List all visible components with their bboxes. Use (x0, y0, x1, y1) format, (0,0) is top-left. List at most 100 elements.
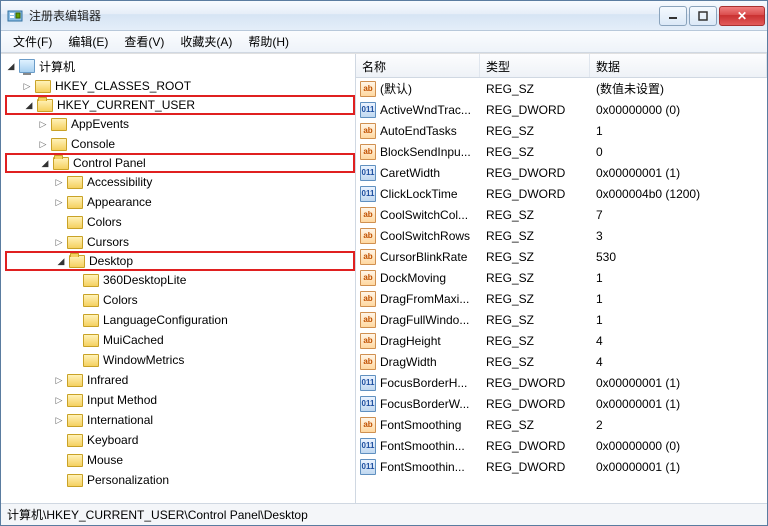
node-label: HKEY_CURRENT_USER (57, 98, 195, 112)
tree-node-appearance[interactable]: ▷ Appearance (5, 192, 355, 212)
folder-icon (83, 334, 99, 347)
value-row[interactable]: abAutoEndTasksREG_SZ1 (356, 120, 767, 141)
tree-node-keyboard[interactable]: Keyboard (5, 430, 355, 450)
string-value-icon: ab (360, 123, 376, 139)
value-row[interactable]: 011ActiveWndTrac...REG_DWORD0x00000000 (… (356, 99, 767, 120)
tree-node-controlpanel[interactable]: ◢ Control Panel (5, 153, 355, 173)
value-row[interactable]: 011ClickLockTimeREG_DWORD0x000004b0 (120… (356, 183, 767, 204)
tree-node-desktoplite[interactable]: 360DesktopLite (5, 270, 355, 290)
values-pane[interactable]: 名称 类型 数据 ab(默认)REG_SZ(数值未设置)011ActiveWnd… (356, 54, 767, 503)
expand-icon[interactable]: ▷ (37, 138, 49, 150)
value-data: 1 (590, 313, 767, 327)
tree-node-appevents[interactable]: ▷ AppEvents (5, 114, 355, 134)
expand-icon[interactable]: ▷ (53, 414, 65, 426)
minimize-button[interactable] (659, 6, 687, 26)
value-row[interactable]: abBlockSendInpu...REG_SZ0 (356, 141, 767, 162)
collapse-icon[interactable]: ◢ (5, 60, 17, 72)
node-label: Colors (103, 293, 138, 307)
menu-help[interactable]: 帮助(H) (240, 31, 297, 52)
expand-icon[interactable]: ▷ (53, 176, 65, 188)
tree-node-langconfig[interactable]: LanguageConfiguration (5, 310, 355, 330)
value-row[interactable]: abDragWidthREG_SZ4 (356, 351, 767, 372)
expand-icon[interactable]: ▷ (21, 80, 33, 92)
tree-node-hkcu[interactable]: ◢ HKEY_CURRENT_USER (5, 95, 355, 115)
collapse-icon[interactable]: ◢ (39, 157, 51, 169)
tree-node-desktop[interactable]: ◢ Desktop (5, 251, 355, 271)
tree-node-inputmethod[interactable]: ▷ Input Method (5, 390, 355, 410)
value-type: REG_DWORD (480, 187, 590, 201)
tree-pane[interactable]: ◢ 计算机 ▷ HKEY_CLASSES_ROOT ◢ HKEY_CURRENT… (1, 54, 356, 503)
node-label: Personalization (87, 473, 169, 487)
value-row[interactable]: abDragFullWindo...REG_SZ1 (356, 309, 767, 330)
value-type: REG_DWORD (480, 166, 590, 180)
expand-icon[interactable]: ▷ (53, 394, 65, 406)
value-data: 530 (590, 250, 767, 264)
value-row[interactable]: abCoolSwitchCol...REG_SZ7 (356, 204, 767, 225)
expand-icon[interactable]: ▷ (37, 118, 49, 130)
close-button[interactable]: ✕ (719, 6, 765, 26)
tree-node-international[interactable]: ▷ International (5, 410, 355, 430)
expand-icon[interactable]: ▷ (53, 236, 65, 248)
value-row[interactable]: 011FocusBorderH...REG_DWORD0x00000001 (1… (356, 372, 767, 393)
string-value-icon: ab (360, 417, 376, 433)
col-header-data[interactable]: 数据 (590, 54, 767, 77)
binary-value-icon: 011 (360, 396, 376, 412)
value-data: 0x00000000 (0) (590, 439, 767, 453)
value-name: DragFromMaxi... (380, 292, 480, 306)
value-row[interactable]: abCursorBlinkRateREG_SZ530 (356, 246, 767, 267)
value-row[interactable]: abDockMovingREG_SZ1 (356, 267, 767, 288)
titlebar[interactable]: 注册表编辑器 ✕ (1, 1, 767, 31)
tree-node-hkcr[interactable]: ▷ HKEY_CLASSES_ROOT (5, 76, 355, 96)
node-label: Infrared (87, 373, 128, 387)
col-header-name[interactable]: 名称 (356, 54, 480, 77)
value-row[interactable]: abFontSmoothingREG_SZ2 (356, 414, 767, 435)
expand-icon[interactable]: ▷ (53, 374, 65, 386)
folder-icon (67, 374, 83, 387)
folder-icon (67, 434, 83, 447)
value-row[interactable]: 011CaretWidthREG_DWORD0x00000001 (1) (356, 162, 767, 183)
value-type: REG_DWORD (480, 103, 590, 117)
menu-edit[interactable]: 编辑(E) (60, 31, 116, 52)
col-header-type[interactable]: 类型 (480, 54, 590, 77)
list-header: 名称 类型 数据 (356, 54, 767, 78)
value-row[interactable]: ab(默认)REG_SZ(数值未设置) (356, 78, 767, 99)
tree-node-accessibility[interactable]: ▷ Accessibility (5, 172, 355, 192)
value-data: 0x000004b0 (1200) (590, 187, 767, 201)
node-label: Accessibility (87, 175, 152, 189)
node-label: LanguageConfiguration (103, 313, 228, 327)
menu-favorites[interactable]: 收藏夹(A) (172, 31, 240, 52)
tree-node-infrared[interactable]: ▷ Infrared (5, 370, 355, 390)
value-type: REG_SZ (480, 124, 590, 138)
folder-icon (83, 274, 99, 287)
value-row[interactable]: 011FocusBorderW...REG_DWORD0x00000001 (1… (356, 393, 767, 414)
collapse-icon[interactable]: ◢ (55, 255, 67, 267)
tree-node-personalization[interactable]: Personalization (5, 470, 355, 490)
value-type: REG_SZ (480, 82, 590, 96)
tree-node-desktop-colors[interactable]: Colors (5, 290, 355, 310)
menu-file[interactable]: 文件(F) (5, 31, 60, 52)
value-row[interactable]: 011FontSmoothin...REG_DWORD0x00000001 (1… (356, 456, 767, 477)
tree-node-computer[interactable]: ◢ 计算机 (5, 56, 355, 76)
value-row[interactable]: abDragFromMaxi...REG_SZ1 (356, 288, 767, 309)
maximize-button[interactable] (689, 6, 717, 26)
value-row[interactable]: 011FontSmoothin...REG_DWORD0x00000000 (0… (356, 435, 767, 456)
folder-icon (67, 216, 83, 229)
tree-node-cursors[interactable]: ▷ Cursors (5, 232, 355, 252)
value-row[interactable]: abCoolSwitchRowsREG_SZ3 (356, 225, 767, 246)
expand-icon[interactable]: ▷ (53, 196, 65, 208)
tree-node-colors[interactable]: Colors (5, 212, 355, 232)
value-list: ab(默认)REG_SZ(数值未设置)011ActiveWndTrac...RE… (356, 78, 767, 477)
value-row[interactable]: abDragHeightREG_SZ4 (356, 330, 767, 351)
node-label: 360DesktopLite (103, 273, 186, 287)
collapse-icon[interactable]: ◢ (23, 99, 35, 111)
menu-view[interactable]: 查看(V) (116, 31, 172, 52)
value-name: DockMoving (380, 271, 480, 285)
folder-icon (35, 80, 51, 93)
folder-open-icon (69, 255, 85, 268)
tree-node-winmetrics[interactable]: WindowMetrics (5, 350, 355, 370)
node-label: Console (71, 137, 115, 151)
node-label: Colors (87, 215, 122, 229)
tree-node-console[interactable]: ▷ Console (5, 134, 355, 154)
tree-node-mouse[interactable]: Mouse (5, 450, 355, 470)
tree-node-muicached[interactable]: MuiCached (5, 330, 355, 350)
